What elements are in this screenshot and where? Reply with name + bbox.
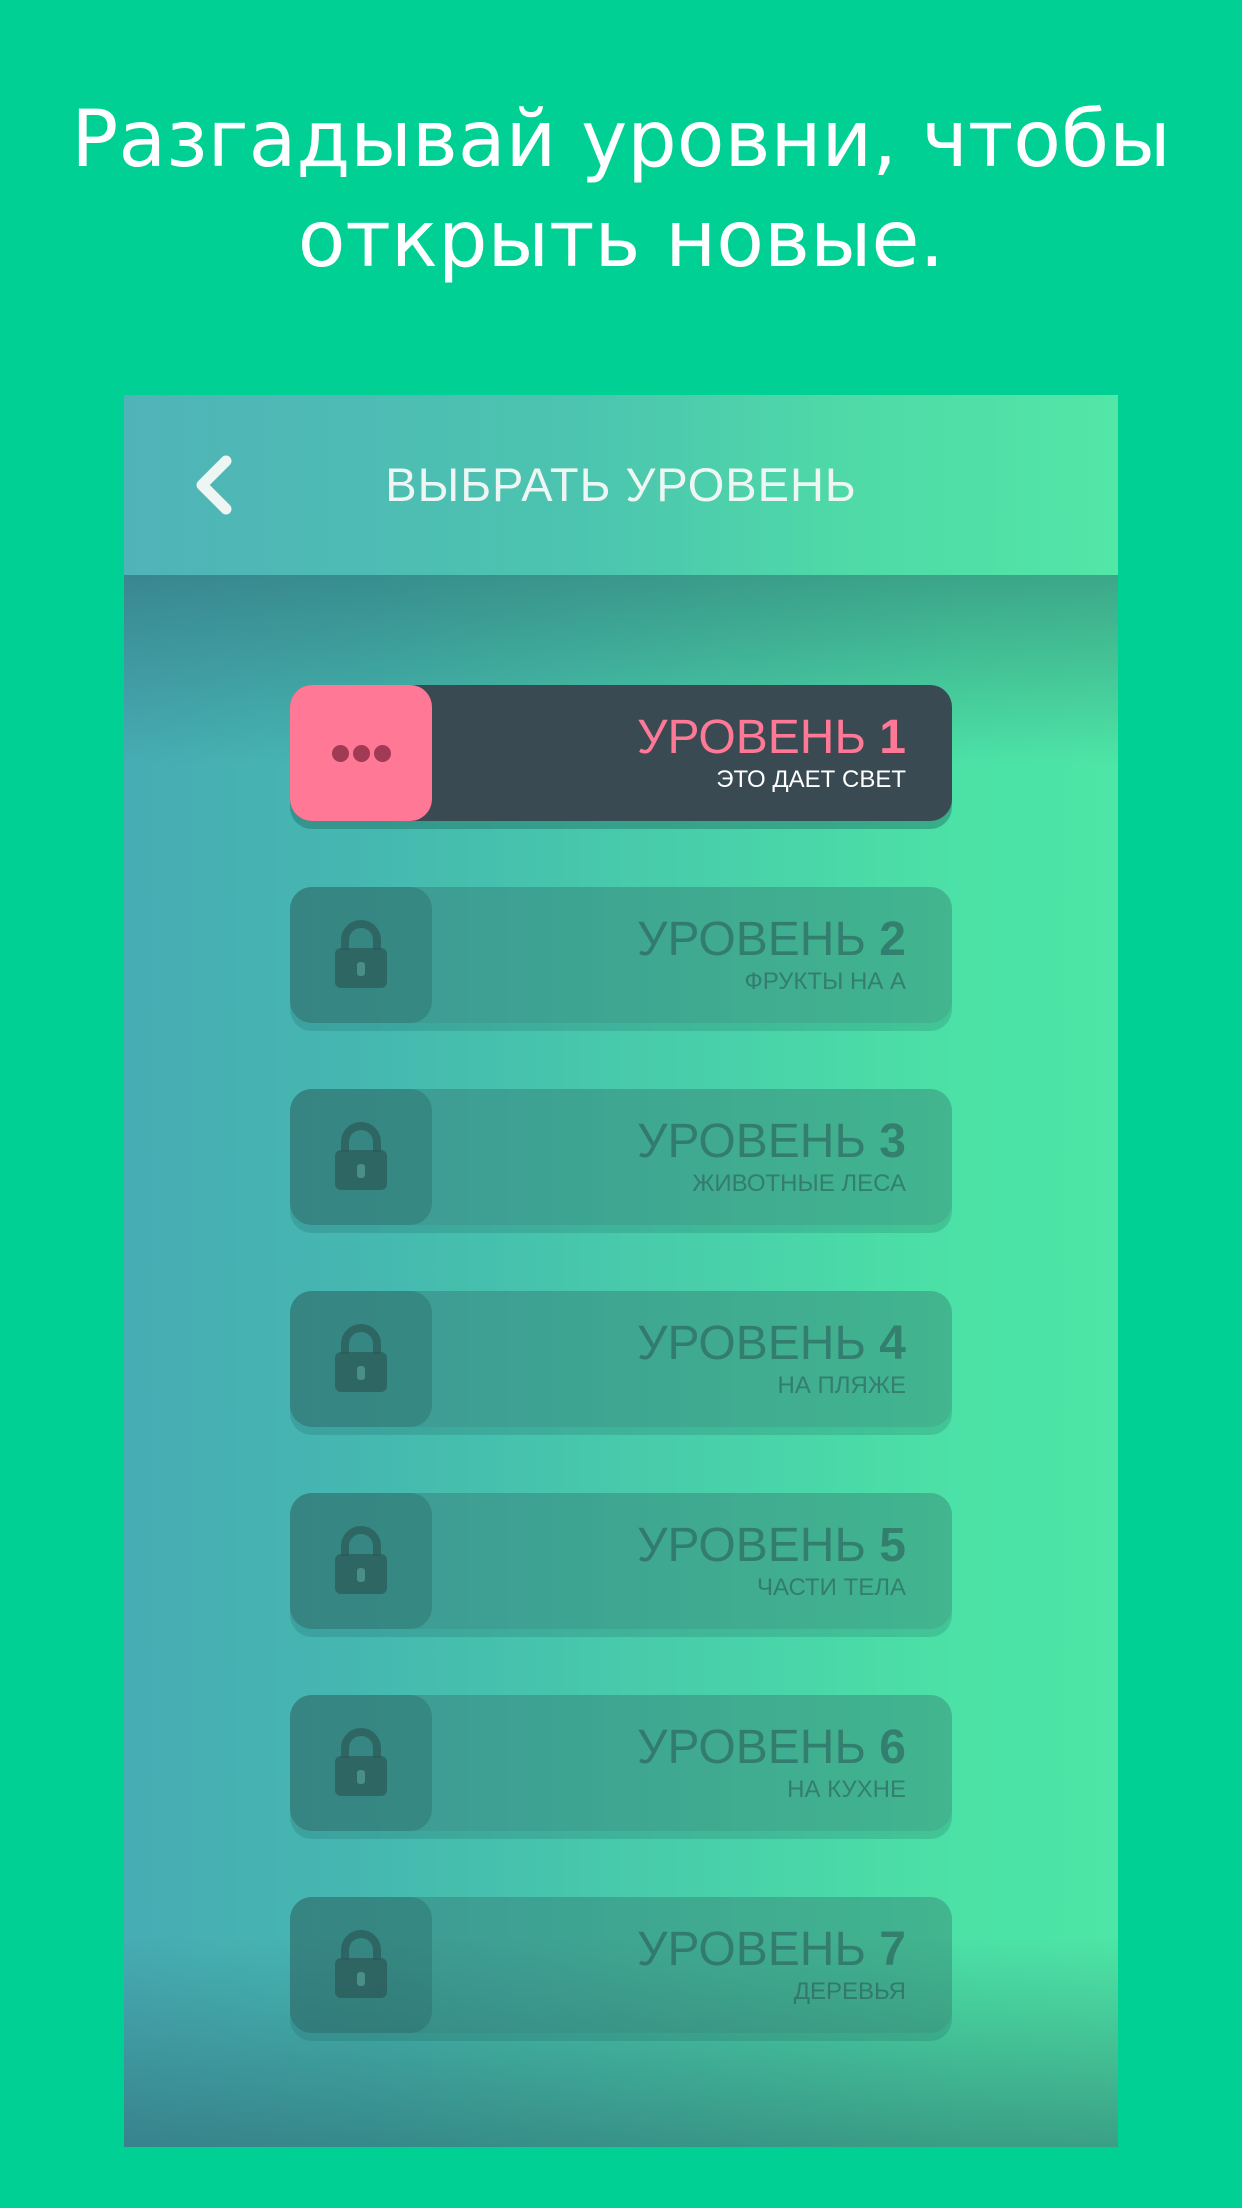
lock-icon xyxy=(335,1728,387,1796)
level-subtitle: НА КУХНЕ xyxy=(787,1776,906,1803)
level-subtitle: ЖИВОТНЫЕ ЛЕСА xyxy=(692,1170,906,1197)
level-title: УРОВЕНЬ 1 xyxy=(637,713,906,763)
lock-icon xyxy=(335,1930,387,1998)
phone-screen: ВЫБРАТЬ УРОВЕНЬ УРОВЕНЬ 1 ЭТО ДАЕТ СВЕТ xyxy=(124,395,1118,2147)
screen-title: ВЫБРАТЬ УРОВЕНЬ xyxy=(385,458,857,511)
level-card-6[interactable]: УРОВЕНЬ 6 НА КУХНЕ xyxy=(290,1695,952,1831)
lock-icon xyxy=(335,1526,387,1594)
level-label: УРОВЕНЬ xyxy=(636,913,866,966)
level-number: 6 xyxy=(879,1721,906,1774)
level-list: УРОВЕНЬ 1 ЭТО ДАЕТ СВЕТ УРОВЕНЬ 2 ФРУКТЫ… xyxy=(290,685,952,2099)
level-subtitle: ДЕРЕВЬЯ xyxy=(793,1978,906,2005)
level-card-3[interactable]: УРОВЕНЬ 3 ЖИВОТНЫЕ ЛЕСА xyxy=(290,1089,952,1225)
level-7-tile xyxy=(290,1897,432,2033)
level-card-5[interactable]: УРОВЕНЬ 5 ЧАСТИ ТЕЛА xyxy=(290,1493,952,1629)
level-label: УРОВЕНЬ xyxy=(636,1317,866,1370)
lock-icon xyxy=(335,920,387,988)
promo-headline-line-1: Разгадывай уровни, чтобы xyxy=(71,95,1171,185)
level-title: УРОВЕНЬ 4 xyxy=(637,1319,906,1369)
level-number: 3 xyxy=(879,1115,906,1168)
level-card-7[interactable]: УРОВЕНЬ 7 ДЕРЕВЬЯ xyxy=(290,1897,952,2033)
level-label: УРОВЕНЬ xyxy=(636,1923,866,1976)
lock-icon xyxy=(335,1122,387,1190)
level-title: УРОВЕНЬ 5 xyxy=(637,1521,906,1571)
level-title: УРОВЕНЬ 3 xyxy=(637,1117,906,1167)
level-title: УРОВЕНЬ 7 xyxy=(637,1925,906,1975)
promo-headline-line-2: открыть новые. xyxy=(297,195,945,285)
level-3-tile xyxy=(290,1089,432,1225)
level-subtitle: НА ПЛЯЖЕ xyxy=(777,1372,906,1399)
level-subtitle: ЭТО ДАЕТ СВЕТ xyxy=(716,766,906,793)
level-2-tile xyxy=(290,887,432,1023)
level-title: УРОВЕНЬ 6 xyxy=(637,1723,906,1773)
top-bar: ВЫБРАТЬ УРОВЕНЬ xyxy=(124,395,1118,575)
level-5-tile xyxy=(290,1493,432,1629)
level-subtitle: ЧАСТИ ТЕЛА xyxy=(756,1574,906,1601)
level-label: УРОВЕНЬ xyxy=(636,1519,866,1572)
level-number: 5 xyxy=(879,1519,906,1572)
level-number: 1 xyxy=(879,711,906,764)
level-number: 4 xyxy=(879,1317,906,1370)
more-dots-icon xyxy=(331,744,391,762)
level-6-tile xyxy=(290,1695,432,1831)
level-label: УРОВЕНЬ xyxy=(636,711,866,764)
level-card-4[interactable]: УРОВЕНЬ 4 НА ПЛЯЖЕ xyxy=(290,1291,952,1427)
level-number: 7 xyxy=(879,1923,906,1976)
level-label: УРОВЕНЬ xyxy=(636,1115,866,1168)
lock-icon xyxy=(335,1324,387,1392)
level-1-tile xyxy=(290,685,432,821)
promo-headline: Разгадывай уровни, чтобы открыть новые. xyxy=(0,90,1242,290)
level-title: УРОВЕНЬ 2 xyxy=(637,915,906,965)
level-card-1[interactable]: УРОВЕНЬ 1 ЭТО ДАЕТ СВЕТ xyxy=(290,685,952,821)
level-subtitle: ФРУКТЫ НА А xyxy=(744,968,906,995)
level-4-tile xyxy=(290,1291,432,1427)
level-label: УРОВЕНЬ xyxy=(636,1721,866,1774)
level-card-2[interactable]: УРОВЕНЬ 2 ФРУКТЫ НА А xyxy=(290,887,952,1023)
level-number: 2 xyxy=(879,913,906,966)
